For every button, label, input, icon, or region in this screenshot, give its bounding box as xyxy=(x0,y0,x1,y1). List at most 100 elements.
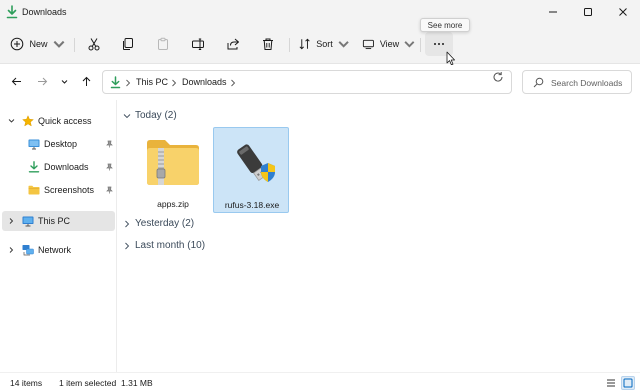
maximize-button[interactable] xyxy=(571,0,605,24)
group-header-yesterday[interactable]: Yesterday (2) xyxy=(122,217,322,231)
pin-icon[interactable] xyxy=(106,186,113,194)
search-icon xyxy=(533,77,544,88)
chevron-right-icon[interactable] xyxy=(8,246,15,254)
status-bar: 14 items 1 item selected 1.31 MB xyxy=(0,372,640,392)
file-item-apps-zip[interactable]: apps.zip xyxy=(135,127,211,213)
mouse-cursor-icon xyxy=(446,51,455,66)
minimize-button[interactable] xyxy=(536,0,570,24)
chevron-down-icon xyxy=(338,41,349,48)
selection-size: 1.31 MB xyxy=(121,378,153,388)
sidebar-item-network[interactable]: Network xyxy=(2,240,115,260)
view-button[interactable]: View xyxy=(362,32,416,56)
pin-icon[interactable] xyxy=(106,140,113,148)
recent-locations-button[interactable] xyxy=(57,74,71,88)
sort-button[interactable]: Sort xyxy=(298,32,350,56)
more-icon xyxy=(434,43,444,45)
refresh-icon[interactable] xyxy=(492,71,504,83)
rename-icon xyxy=(192,38,204,50)
computer-icon xyxy=(22,216,34,227)
folder-icon xyxy=(28,185,40,195)
trash-icon xyxy=(263,38,273,50)
view-icon xyxy=(362,39,374,50)
breadcrumb-downloads[interactable]: Downloads xyxy=(182,77,227,87)
minimize-icon xyxy=(549,11,557,13)
star-icon xyxy=(22,115,34,127)
share-button[interactable] xyxy=(223,32,243,56)
copy-button[interactable] xyxy=(118,32,138,56)
search-box[interactable] xyxy=(522,70,632,94)
search-input[interactable] xyxy=(551,76,629,89)
delete-button[interactable] xyxy=(258,32,278,56)
file-item-rufus-exe[interactable]: rufus-3.18.exe xyxy=(213,127,289,213)
sort-label: Sort xyxy=(316,39,333,49)
sidebar-item-desktop[interactable]: Desktop xyxy=(2,134,115,154)
chevron-down-icon xyxy=(61,79,67,84)
clipboard-icon xyxy=(158,37,168,50)
file-list: Today (2) apps.zip rufus-3.18.exe Yester… xyxy=(118,100,640,372)
group-label: Last month (10) xyxy=(135,240,206,251)
chevron-down-icon xyxy=(53,40,64,48)
title-bar[interactable]: Downloads xyxy=(0,0,640,24)
group-header-today[interactable]: Today (2) xyxy=(122,109,322,123)
window-title: Downloads xyxy=(22,7,67,17)
see-more-tooltip: See more xyxy=(420,18,470,32)
close-button[interactable] xyxy=(606,0,640,24)
share-icon xyxy=(227,38,239,50)
pin-icon[interactable] xyxy=(106,163,113,171)
sidebar-item-label: Quick access xyxy=(38,116,92,126)
tiles-view-button[interactable] xyxy=(621,376,635,390)
plus-circle-icon xyxy=(11,37,24,51)
forward-button[interactable] xyxy=(35,74,49,88)
download-icon xyxy=(110,76,121,89)
selection-count: 1 item selected xyxy=(59,378,117,388)
item-count: 14 items xyxy=(10,378,43,388)
address-row: This PC Downloads xyxy=(0,65,640,99)
file-explorer-window: Downloads New Sort View See more This PC… xyxy=(0,0,640,392)
download-icon xyxy=(28,161,40,173)
command-bar: New Sort View See more xyxy=(0,18,640,66)
sort-icon xyxy=(299,38,310,50)
scissors-icon xyxy=(88,38,100,51)
breadcrumb-this-pc[interactable]: This PC xyxy=(136,77,168,87)
rename-button[interactable] xyxy=(188,32,208,56)
sidebar-item-screenshots[interactable]: Screenshots xyxy=(2,180,115,200)
back-button[interactable] xyxy=(9,74,23,88)
chevron-right-icon xyxy=(125,220,130,228)
download-icon xyxy=(6,5,18,19)
cut-button[interactable] xyxy=(84,32,104,56)
arrow-up-icon xyxy=(82,76,90,86)
close-icon xyxy=(619,8,627,16)
up-button[interactable] xyxy=(79,74,93,88)
network-icon xyxy=(22,245,34,256)
new-button[interactable]: New xyxy=(10,32,66,56)
arrow-right-icon xyxy=(37,77,47,85)
chevron-right-icon[interactable] xyxy=(8,217,15,225)
sidebar-item-this-pc[interactable]: This PC xyxy=(2,211,115,231)
chevron-down-icon xyxy=(404,41,415,48)
chevron-right-icon xyxy=(126,79,131,87)
address-bar[interactable]: This PC Downloads xyxy=(102,70,584,94)
new-label: New xyxy=(29,39,48,49)
sidebar-item-downloads[interactable]: Downloads xyxy=(2,157,115,177)
details-view-button[interactable] xyxy=(604,376,618,390)
desktop-icon xyxy=(28,139,40,150)
arrow-left-icon xyxy=(11,77,21,85)
chevron-right-icon xyxy=(125,242,130,250)
group-header-last-month[interactable]: Last month (10) xyxy=(122,239,322,253)
chevron-right-icon xyxy=(172,79,177,87)
sidebar-item-quick-access[interactable]: Quick access xyxy=(2,111,115,131)
navigation-pane: Quick access Desktop Downloads Screensho… xyxy=(0,100,117,372)
group-label: Today (2) xyxy=(135,110,177,121)
sidebar-item-label: Desktop xyxy=(44,139,78,149)
paste-button[interactable] xyxy=(153,32,173,56)
file-name: rufus-3.18.exe xyxy=(224,200,280,210)
chevron-down-icon[interactable] xyxy=(8,117,15,125)
sidebar-item-label: Network xyxy=(38,245,72,255)
tiles-view-icon xyxy=(623,378,633,388)
usb-drive-icon xyxy=(237,144,275,182)
group-label: Yesterday (2) xyxy=(135,218,195,229)
separator xyxy=(289,38,290,52)
copy-icon xyxy=(123,38,133,50)
sidebar-item-label: Downloads xyxy=(44,162,89,172)
maximize-icon xyxy=(584,8,592,16)
